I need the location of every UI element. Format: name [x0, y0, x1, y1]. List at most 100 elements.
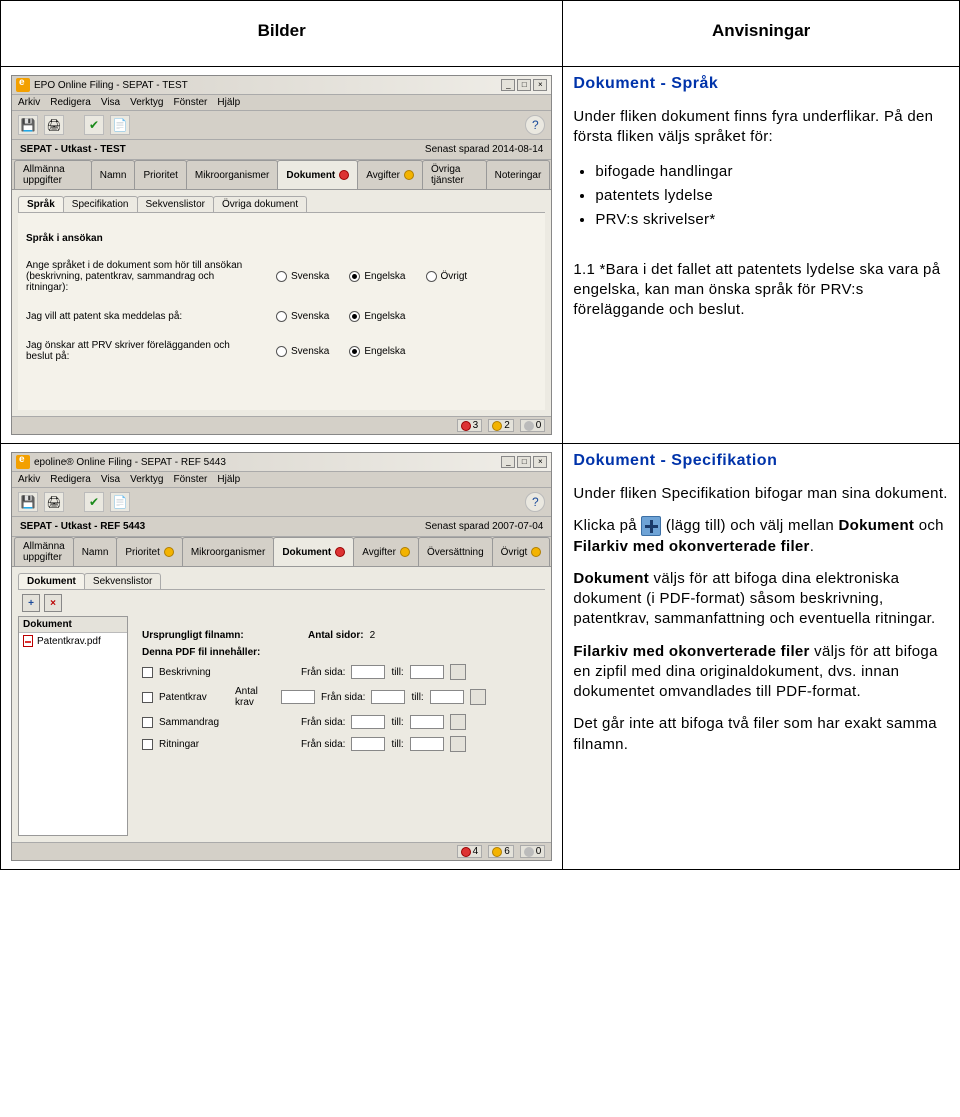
- menu-item[interactable]: Fönster: [173, 474, 207, 485]
- status-error[interactable]: 3: [457, 419, 483, 432]
- to-input[interactable]: [410, 715, 444, 729]
- list-item[interactable]: Patentkrav.pdf: [19, 633, 127, 649]
- minimize-icon[interactable]: _: [501, 79, 515, 91]
- tab-mikro[interactable]: Mikroorganismer: [186, 160, 278, 189]
- menu-item[interactable]: Redigera: [50, 97, 91, 108]
- to-input[interactable]: [430, 690, 464, 704]
- help-icon[interactable]: ?: [525, 115, 545, 135]
- maximize-icon[interactable]: □: [517, 456, 531, 468]
- checkbox[interactable]: [142, 667, 153, 678]
- extra-label: Antal krav: [235, 686, 275, 708]
- app-window-2: epoline® Online Filing - SEPAT - REF 544…: [11, 452, 552, 861]
- radio-engelska[interactable]: Engelska: [349, 271, 405, 282]
- close-icon[interactable]: ×: [533, 456, 547, 468]
- menu-item[interactable]: Hjälp: [217, 474, 240, 485]
- status-info[interactable]: 0: [520, 845, 546, 858]
- maximize-icon[interactable]: □: [517, 79, 531, 91]
- from-input[interactable]: [351, 665, 385, 679]
- subtab-sekv[interactable]: Sekvenslistor: [84, 573, 161, 589]
- from-input[interactable]: [371, 690, 405, 704]
- tab-ovriga-tj[interactable]: Övriga tjänster: [422, 160, 487, 189]
- count-input[interactable]: [281, 690, 315, 704]
- print-icon[interactable]: 🖨: [44, 492, 64, 512]
- cb-label: Ritningar: [159, 739, 229, 750]
- radio-engelska-3[interactable]: Engelska: [349, 346, 405, 357]
- status-info[interactable]: 0: [520, 419, 546, 432]
- check-icon[interactable]: ✔: [84, 492, 104, 512]
- subtab-sprak[interactable]: Språk: [18, 196, 64, 212]
- tab-dokument[interactable]: Dokument: [273, 537, 354, 566]
- status-warn[interactable]: 6: [488, 845, 514, 858]
- action-icon[interactable]: [450, 736, 466, 752]
- from-input[interactable]: [351, 737, 385, 751]
- check-icon[interactable]: ✔: [84, 115, 104, 135]
- menu-item[interactable]: Redigera: [50, 474, 91, 485]
- pdf-icon: [23, 635, 33, 647]
- checkbox[interactable]: [142, 717, 153, 728]
- checkbox[interactable]: [142, 692, 153, 703]
- save-icon[interactable]: 💾: [18, 492, 38, 512]
- doc-icon[interactable]: 📄: [110, 115, 130, 135]
- tab-ovrigt[interactable]: Övrigt: [492, 537, 551, 566]
- action-icon[interactable]: [450, 664, 466, 680]
- warning-badge-icon: [164, 547, 174, 557]
- pages-value: 2: [370, 630, 376, 641]
- tab-namn[interactable]: Namn: [91, 160, 136, 189]
- close-icon[interactable]: ×: [533, 79, 547, 91]
- save-icon[interactable]: 💾: [18, 115, 38, 135]
- tab-dokument[interactable]: Dokument: [277, 160, 358, 189]
- subtab-spec[interactable]: Specifikation: [63, 196, 138, 212]
- status-warn[interactable]: 2: [488, 419, 514, 432]
- subtab-dokument[interactable]: Dokument: [18, 573, 85, 589]
- add-icon[interactable]: +: [22, 594, 40, 612]
- menu-item[interactable]: Fönster: [173, 97, 207, 108]
- tab-mikro[interactable]: Mikroorganismer: [182, 537, 274, 566]
- menu-item[interactable]: Arkiv: [18, 474, 40, 485]
- tab-overs[interactable]: Översättning: [418, 537, 493, 566]
- action-icon[interactable]: [450, 714, 466, 730]
- checkbox[interactable]: [142, 739, 153, 750]
- radio-engelska-2[interactable]: Engelska: [349, 311, 405, 322]
- from-input[interactable]: [351, 715, 385, 729]
- radio-icon: [349, 271, 360, 282]
- action-icon[interactable]: [470, 689, 486, 705]
- menu-item[interactable]: Arkiv: [18, 97, 40, 108]
- subtab-ovriga[interactable]: Övriga dokument: [213, 196, 307, 212]
- radio-svenska-2[interactable]: Svenska: [276, 311, 329, 322]
- warning-icon: [492, 847, 502, 857]
- toolbar: 💾 🖨 ✔ 📄 ?: [12, 488, 551, 517]
- subtab-sekv[interactable]: Sekvenslistor: [137, 196, 214, 212]
- tab-avgifter[interactable]: Avgifter: [357, 160, 423, 189]
- document-details: Ursprungligt filnamn: Antal sidor: 2 Den…: [128, 616, 545, 836]
- tab-noteringar[interactable]: Noteringar: [486, 160, 551, 189]
- tab-allmanna[interactable]: Allmänna uppgifter: [14, 537, 74, 566]
- header-right: Anvisningar: [563, 1, 960, 67]
- menu-item[interactable]: Verktyg: [130, 474, 163, 485]
- help-icon[interactable]: ?: [525, 492, 545, 512]
- menu-item[interactable]: Hjälp: [217, 97, 240, 108]
- print-icon[interactable]: 🖨: [44, 115, 64, 135]
- subtab-bar: Språk Specifikation Sekvenslistor Övriga…: [18, 196, 545, 213]
- tab-namn[interactable]: Namn: [73, 537, 118, 566]
- tab-prioritet[interactable]: Prioritet: [116, 537, 182, 566]
- menubar: Arkiv Redigera Visa Verktyg Fönster Hjäl…: [12, 472, 551, 488]
- to-input[interactable]: [410, 665, 444, 679]
- radio-icon: [276, 311, 287, 322]
- doc-icon[interactable]: 📄: [110, 492, 130, 512]
- warning-badge-icon: [404, 170, 414, 180]
- remove-icon[interactable]: ×: [44, 594, 62, 612]
- menu-item[interactable]: Visa: [101, 97, 120, 108]
- menu-item[interactable]: Verktyg: [130, 97, 163, 108]
- tab-avgifter[interactable]: Avgifter: [353, 537, 419, 566]
- minimize-icon[interactable]: _: [501, 456, 515, 468]
- status-error[interactable]: 4: [457, 845, 483, 858]
- radio-svenska[interactable]: Svenska: [276, 271, 329, 282]
- toolbar: 💾 🖨 ✔ 📄 ?: [12, 111, 551, 140]
- tab-prioritet[interactable]: Prioritet: [134, 160, 186, 189]
- menu-item[interactable]: Visa: [101, 474, 120, 485]
- radio-ovrigt[interactable]: Övrigt: [426, 271, 468, 282]
- tab-allmanna[interactable]: Allmänna uppgifter: [14, 160, 92, 189]
- radio-svenska-3[interactable]: Svenska: [276, 346, 329, 357]
- to-input[interactable]: [410, 737, 444, 751]
- document-list: Dokument Patentkrav.pdf: [18, 616, 128, 836]
